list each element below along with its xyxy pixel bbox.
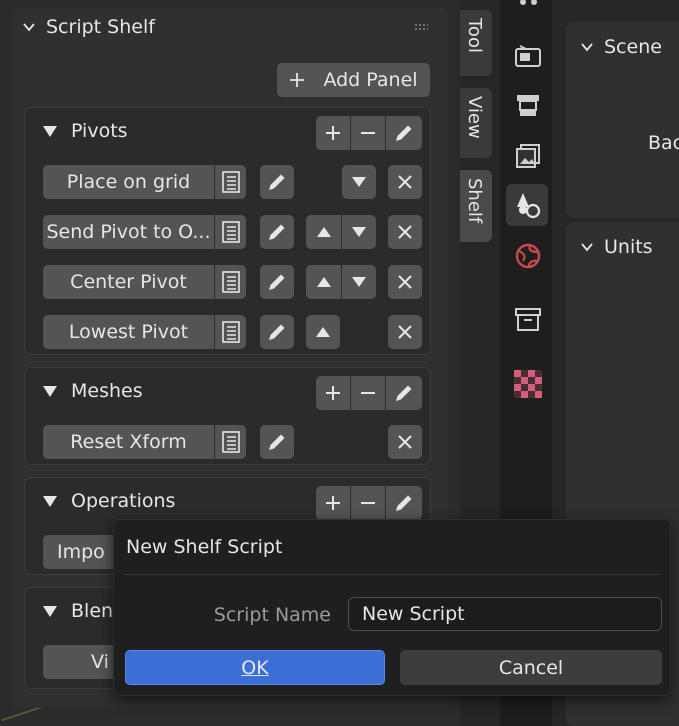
ok-button[interactable]: OK: [125, 650, 385, 685]
pivots-title: Pivots: [71, 120, 128, 142]
move-buttons: [306, 265, 376, 299]
pencil-icon[interactable]: [260, 265, 294, 299]
plus-icon: [290, 73, 305, 87]
pencil-icon[interactable]: [260, 315, 294, 349]
units-title: Units: [604, 236, 653, 258]
grip-icon[interactable]: [414, 23, 428, 31]
triangle-down-icon[interactable]: [341, 265, 376, 299]
units-header[interactable]: Units: [580, 236, 653, 258]
triangle-down-icon: [43, 605, 57, 617]
scene-panel: Scene Bac: [566, 22, 679, 218]
add-panel-label: Add Panel: [323, 69, 418, 91]
new-shelf-script-dialog: New Shelf Script Script Name New Script …: [113, 519, 671, 696]
move-buttons: [306, 215, 376, 249]
script-button[interactable]: Place on grid: [43, 165, 214, 199]
triangle-down-icon: [43, 385, 57, 397]
pencil-icon[interactable]: [260, 215, 294, 249]
pivots-panel: Pivots Place on grid Send Pivot to O... …: [24, 107, 431, 355]
minus-icon[interactable]: [350, 376, 385, 410]
list-icon[interactable]: [215, 265, 246, 299]
tab-label: View: [464, 96, 485, 139]
tab-label: Tool: [464, 18, 485, 53]
cancel-label: Cancel: [498, 656, 564, 679]
close-icon[interactable]: [388, 315, 422, 349]
collection-icon[interactable]: [514, 306, 542, 334]
chevron-down-icon: [581, 243, 593, 252]
pencil-icon[interactable]: [385, 116, 422, 150]
triangle-down-icon: [43, 495, 57, 507]
list-icon[interactable]: [215, 165, 246, 199]
tab-view[interactable]: View: [460, 88, 492, 158]
triangle-up-icon[interactable]: [306, 265, 341, 299]
blend-header[interactable]: Blen: [43, 600, 113, 622]
chevron-down-icon: [581, 43, 593, 52]
meshes-title: Meshes: [71, 380, 143, 402]
dialog-title: New Shelf Script: [126, 536, 283, 558]
pivots-tools: [316, 116, 422, 150]
cancel-button[interactable]: Cancel: [400, 650, 662, 685]
close-icon[interactable]: [388, 265, 422, 299]
tab-label: Shelf: [464, 178, 485, 224]
ok-label: OK: [241, 656, 269, 679]
script-button[interactable]: Lowest Pivot: [43, 315, 214, 349]
pencil-icon[interactable]: [385, 486, 422, 520]
close-icon[interactable]: [388, 215, 422, 249]
view-layer-icon[interactable]: [514, 142, 542, 170]
pivots-header[interactable]: Pivots: [43, 120, 128, 142]
tool-icon[interactable]: [514, 0, 542, 20]
triangle-down-icon: [43, 125, 57, 137]
script-name-value: New Script: [362, 603, 465, 625]
render-icon[interactable]: [514, 42, 542, 70]
texture-icon[interactable]: [514, 370, 542, 398]
chevron-down-icon: [23, 23, 35, 32]
triangle-down-icon[interactable]: [342, 165, 376, 199]
scene-title: Scene: [604, 36, 662, 58]
tab-tool[interactable]: Tool: [460, 10, 492, 76]
pencil-icon[interactable]: [260, 165, 294, 199]
tab-shelf[interactable]: Shelf: [460, 170, 492, 242]
shelf-panel-header[interactable]: Script Shelf: [22, 16, 155, 38]
blend-title: Blen: [71, 600, 114, 622]
meshes-panel: Meshes Reset Xform: [24, 367, 431, 465]
output-icon[interactable]: [514, 92, 542, 120]
add-panel-button[interactable]: Add Panel: [277, 63, 430, 97]
list-icon[interactable]: [215, 215, 246, 249]
meshes-tools: [316, 376, 422, 410]
meshes-header[interactable]: Meshes: [43, 380, 143, 402]
pencil-icon[interactable]: [260, 425, 294, 459]
list-icon[interactable]: [215, 425, 246, 459]
dialog-divider: [124, 574, 661, 575]
plus-icon[interactable]: [316, 376, 350, 410]
scene-field-label: Bac: [648, 132, 679, 154]
scene-icon[interactable]: [514, 191, 542, 219]
operations-title: Operations: [71, 490, 176, 512]
script-name-label: Script Name: [213, 604, 331, 626]
minus-icon[interactable]: [350, 116, 385, 150]
pencil-icon[interactable]: [385, 376, 422, 410]
triangle-up-icon[interactable]: [306, 315, 340, 349]
script-button[interactable]: Send Pivot to O...: [43, 215, 214, 249]
minus-icon[interactable]: [350, 486, 385, 520]
script-button[interactable]: Center Pivot: [43, 265, 214, 299]
world-icon[interactable]: [514, 242, 542, 270]
operations-header[interactable]: Operations: [43, 490, 175, 512]
close-icon[interactable]: [388, 425, 422, 459]
close-icon[interactable]: [388, 165, 422, 199]
triangle-up-icon[interactable]: [306, 215, 341, 249]
list-icon[interactable]: [215, 315, 246, 349]
plus-icon[interactable]: [316, 486, 350, 520]
script-button[interactable]: Reset Xform: [43, 425, 214, 459]
triangle-down-icon[interactable]: [341, 215, 376, 249]
shelf-title: Script Shelf: [46, 16, 155, 38]
script-name-input[interactable]: New Script: [348, 597, 662, 631]
scene-header[interactable]: Scene: [580, 36, 662, 58]
operations-tools: [316, 486, 422, 520]
plus-icon[interactable]: [316, 116, 350, 150]
